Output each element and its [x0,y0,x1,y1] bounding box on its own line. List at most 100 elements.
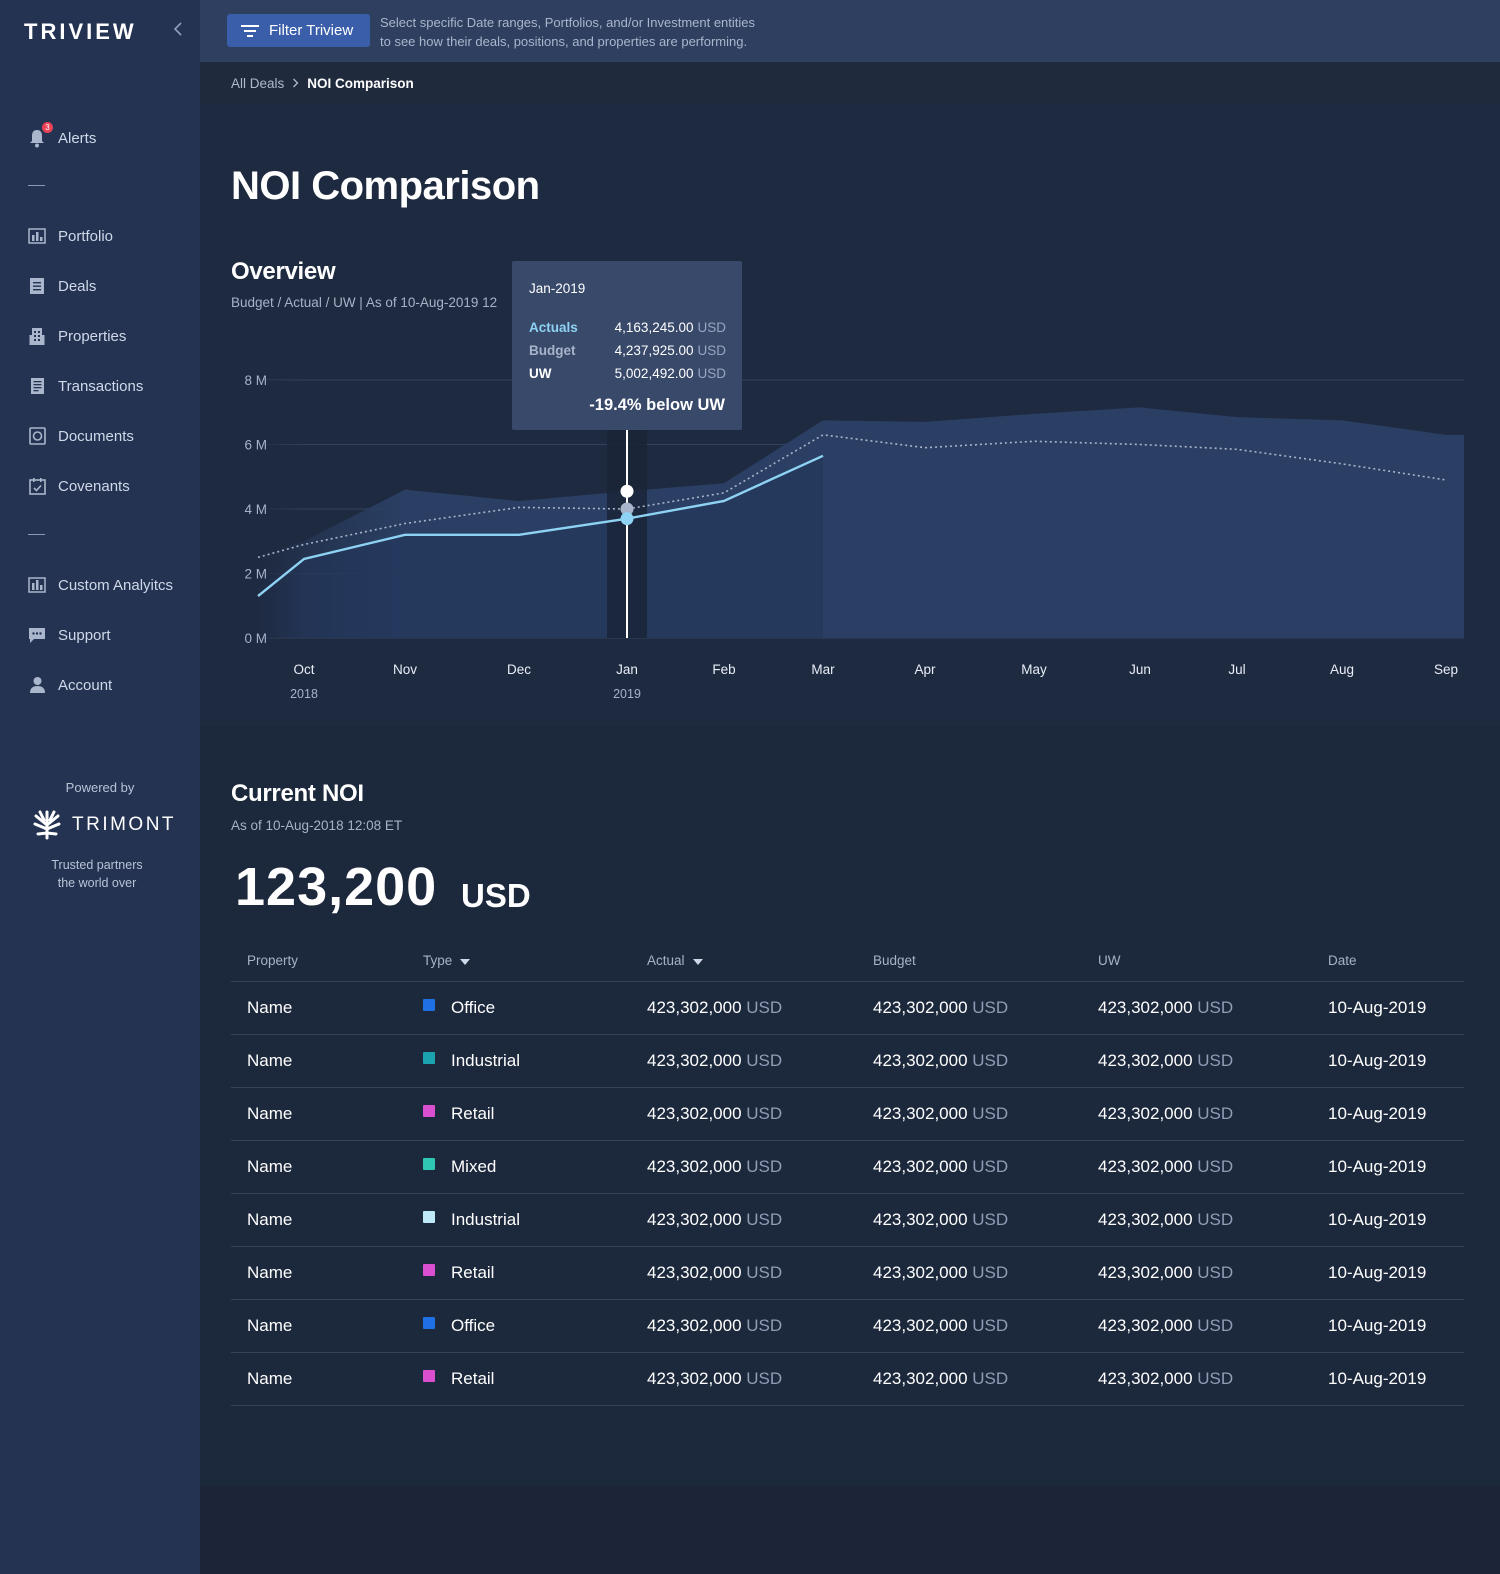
top-bar: Filter Triview Select specific Date rang… [200,0,1500,62]
sort-down-icon[interactable] [692,958,703,965]
currency: USD [1197,1368,1234,1388]
sidebar-item-transactions[interactable]: Transactions [27,374,143,398]
cell-property[interactable]: Name [231,1087,423,1141]
cell-property[interactable]: Name [231,1034,423,1088]
cell-property[interactable]: Name [231,1299,423,1353]
table-row[interactable]: Name Office 423,302,000 USD 423,302,000 USD… [231,981,1464,1035]
user-icon [27,675,47,695]
cell-uw: 423,302,000 USD [1098,1140,1328,1194]
filter-help-text: Select specific Date ranges, Portfolios,… [380,13,840,51]
amount: 423,302,000 [873,1103,968,1123]
table-row[interactable]: Name Retail 423,302,000 USD 423,302,000 USD… [231,1352,1464,1406]
type-cell: Retail [423,1369,647,1389]
cell-uw: 423,302,000 USD [1098,981,1328,1035]
column-header-uw[interactable]: UW [1098,941,1328,982]
cell-budget: 423,302,000 USD [873,1193,1098,1247]
sidebar-item-covenants[interactable]: Covenants [27,474,130,498]
sidebar-item-deals[interactable]: Deals [27,274,96,298]
table-row[interactable]: Name Office 423,302,000 USD 423,302,000 USD… [231,1299,1464,1353]
column-header-actual[interactable]: Actual [647,941,873,982]
amount: 423,302,000 [647,1209,742,1229]
amount: 423,302,000 [1098,1262,1193,1282]
page-footer-band [200,1486,1500,1574]
cell-property[interactable]: Name [231,1246,423,1300]
sidebar-item-label: Covenants [58,477,130,495]
sidebar-item-properties[interactable]: Properties [27,324,126,348]
currency: USD [972,1050,1009,1070]
cell-actual: 423,302,000 USD [647,1246,873,1300]
y-tick-label: 8 M [244,373,267,388]
cell-budget: 423,302,000 USD [873,1246,1098,1300]
tooltip-value: 5,002,492.00 USD [604,366,726,381]
currency: USD [972,1368,1009,1388]
column-header-type[interactable]: Type [423,941,647,982]
x-tick-label: Nov [393,662,417,677]
table-row[interactable]: Name Industrial 423,302,000 USD 423,302,000… [231,1034,1464,1088]
type-color-swatch [423,1157,435,1170]
amount: 423,302,000 [647,1262,742,1282]
cell-type: Mixed [423,1140,647,1194]
type-color-swatch [423,1210,435,1223]
cell-uw: 423,302,000 USD [1098,1246,1328,1300]
cell-budget: 423,302,000 USD [873,1352,1098,1406]
type-label: Retail [451,1368,495,1388]
cell-date: 10-Aug-2019 [1328,1140,1464,1194]
cell-property[interactable]: Name [231,1352,423,1406]
tooltip-row-actuals: Actuals 4,163,245.00 USD [529,320,726,335]
table-row[interactable]: Name Mixed 423,302,000 USD 423,302,000 USD 4… [231,1140,1464,1194]
cell-actual: 423,302,000 USD [647,1193,873,1247]
currency: USD [746,997,783,1017]
cell-property[interactable]: Name [231,981,423,1035]
breadcrumb-bar: All Deals NOI Comparison [200,62,1500,104]
tooltip-currency: USD [697,320,726,335]
uw-marker [620,484,634,498]
cell-type: Industrial [423,1193,647,1247]
x-tick-label: May [1021,662,1047,677]
triview-logo[interactable]: TRIVIEW [24,19,137,45]
sidebar-item-alerts[interactable]: 3 Alerts [27,122,96,150]
trimont-logo[interactable]: TRIMONT [30,808,176,842]
currency: USD [1197,1209,1234,1229]
sidebar-item-documents[interactable]: Documents [27,424,134,448]
table-row[interactable]: Name Retail 423,302,000 USD 423,302,000 USD… [231,1087,1464,1141]
amount: 423,302,000 [1098,1103,1193,1123]
cell-actual: 423,302,000 USD [647,1034,873,1088]
sidebar-item-account[interactable]: Account [27,673,112,697]
table-row[interactable]: Name Retail 423,302,000 USD 423,302,000 USD… [231,1246,1464,1300]
x-tick-label: Aug [1330,662,1354,677]
filter-triview-button[interactable]: Filter Triview [227,14,370,47]
column-header-date[interactable]: Date [1328,941,1464,982]
noi-line-chart[interactable]: 0 M 2 M 4 M 6 M 8 M Oct 2018 Nov Dec Jan 2019 Feb Ma… [200,254,1500,714]
powered-by-label: Powered by [65,780,135,795]
cell-date: 10-Aug-2019 [1328,1299,1464,1353]
tooltip-amount: 4,237,925.00 [614,343,694,358]
sidebar-item-support[interactable]: Support [27,623,111,647]
cell-uw: 423,302,000 USD [1098,1034,1328,1088]
type-color-swatch [423,1263,435,1276]
type-cell: Mixed [423,1157,647,1177]
type-label: Mixed [451,1156,497,1176]
sort-down-icon[interactable] [460,958,471,965]
x-tick-label: Jun [1129,662,1151,677]
collapse-sidebar-icon[interactable] [172,20,188,40]
amount: 423,302,000 [1098,997,1193,1017]
x-year-label: 2018 [290,687,318,701]
table-row[interactable]: Name Industrial 423,302,000 USD 423,302,000… [231,1193,1464,1247]
sidebar-item-portfolio[interactable]: Portfolio [27,224,113,248]
type-cell: Retail [423,1263,647,1283]
type-cell: Industrial [423,1051,647,1071]
column-header-property[interactable]: Property [231,941,423,982]
trimont-wordmark: TRIMONT [72,814,177,835]
file-icon [27,426,47,446]
cell-budget: 423,302,000 USD [873,1299,1098,1353]
cell-date: 10-Aug-2019 [1328,1193,1464,1247]
cell-property[interactable]: Name [231,1140,423,1194]
breadcrumb-all-deals[interactable]: All Deals [231,76,284,91]
sidebar-item-custom-analytics[interactable]: Custom Analyitcs [27,573,173,597]
amount: 423,302,000 [873,1368,968,1388]
column-header-budget[interactable]: Budget [873,941,1098,982]
x-tick-label: Oct [293,662,314,677]
actuals-marker [620,512,634,526]
sidebar-item-label: Support [58,626,111,644]
cell-property[interactable]: Name [231,1193,423,1247]
